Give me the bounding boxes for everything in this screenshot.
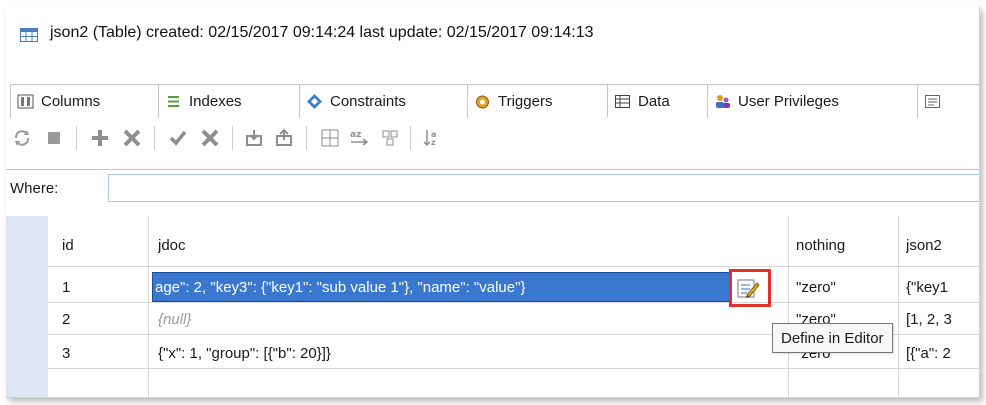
cell-json2[interactable]: [{"a": 2: [906, 336, 979, 370]
table-icon: [20, 28, 38, 42]
toolbar-divider: [410, 126, 411, 150]
tab-label: Indexes: [189, 93, 242, 110]
cell-json2[interactable]: [1, 2, 3: [906, 302, 979, 336]
tab-more[interactable]: [917, 84, 979, 118]
where-input[interactable]: [108, 174, 979, 202]
row-divider: [48, 266, 979, 267]
column-header-json2[interactable]: json2: [906, 228, 979, 262]
tab-data[interactable]: Data: [607, 84, 707, 118]
cell-jdoc[interactable]: {null}: [158, 302, 778, 336]
source-icon: [924, 93, 941, 110]
tab-label: Data: [638, 92, 670, 110]
sort-icon[interactable]: az: [348, 126, 372, 150]
group-icon[interactable]: [378, 126, 402, 150]
svg-text:z: z: [431, 138, 436, 147]
column-divider: [148, 216, 149, 397]
tab-columns[interactable]: Columns: [10, 84, 158, 118]
stop-icon[interactable]: [42, 126, 66, 150]
tab-label: Triggers: [498, 93, 553, 110]
toolbar-divider: [306, 126, 307, 150]
import-icon[interactable]: [242, 126, 266, 150]
delete-row-icon[interactable]: [120, 126, 144, 150]
commit-icon[interactable]: [166, 126, 190, 150]
data-grid-icon: [614, 93, 631, 110]
triggers-icon: [474, 93, 491, 110]
cell-id[interactable]: 2: [62, 302, 142, 336]
where-bar: Where:: [6, 169, 979, 205]
column-header-id[interactable]: id: [62, 228, 142, 262]
tab-indexes[interactable]: Indexes: [158, 84, 299, 118]
columns-icon: [17, 93, 34, 110]
tab-label: Constraints: [330, 93, 406, 110]
tab-bar: Columns Indexes Constraints Triggers Dat…: [10, 84, 979, 118]
add-row-icon[interactable]: [88, 126, 112, 150]
user-privileges-icon: [714, 93, 731, 110]
rollback-icon[interactable]: [198, 126, 222, 150]
cell-json2[interactable]: {"key1: [906, 270, 979, 304]
column-header-nothing[interactable]: nothing: [796, 228, 896, 262]
tab-label: Columns: [41, 93, 101, 110]
export-icon[interactable]: [272, 126, 296, 150]
filter-icon[interactable]: [318, 126, 342, 150]
tab-triggers[interactable]: Triggers: [467, 84, 607, 118]
tab-constraints[interactable]: Constraints: [299, 84, 467, 118]
tab-label: User Privileges: [738, 93, 839, 110]
cell-id[interactable]: 3: [62, 336, 142, 370]
indexes-icon: [165, 93, 182, 110]
tooltip: Define in Editor: [772, 323, 893, 353]
title-bar: json2 (Table) created: 02/15/2017 09:14:…: [6, 6, 979, 64]
column-divider: [788, 216, 789, 397]
constraints-icon: [306, 93, 323, 110]
row-gutter: [6, 216, 48, 397]
toolbar-divider: [76, 126, 77, 150]
toolbar-divider: [232, 126, 233, 150]
toolbar-divider: [154, 126, 155, 150]
page-title: json2 (Table) created: 02/15/2017 09:14:…: [50, 24, 594, 41]
cell-nothing[interactable]: "zero": [796, 270, 896, 304]
svg-text:az: az: [350, 130, 361, 140]
where-label: Where:: [10, 180, 59, 197]
cell-jdoc[interactable]: {"x": 1, "group": [{"b": 20}]}: [158, 336, 778, 370]
cell-jdoc-editor[interactable]: age": 2, "key3": {"key1": "sub value 1"}…: [152, 272, 730, 302]
table-editor-window: json2 (Table) created: 02/15/2017 09:14:…: [6, 6, 980, 398]
cell-id[interactable]: 1: [62, 270, 142, 304]
data-grid: id jdoc nothing json2 1 age": 2, "key3":…: [6, 216, 979, 397]
column-divider: [898, 216, 899, 397]
refresh-icon[interactable]: [10, 126, 34, 150]
column-header-jdoc[interactable]: jdoc: [158, 228, 778, 262]
tab-user-privileges[interactable]: User Privileges: [707, 84, 917, 118]
order-icon[interactable]: az: [420, 126, 444, 150]
data-toolbar: az az: [10, 120, 979, 156]
